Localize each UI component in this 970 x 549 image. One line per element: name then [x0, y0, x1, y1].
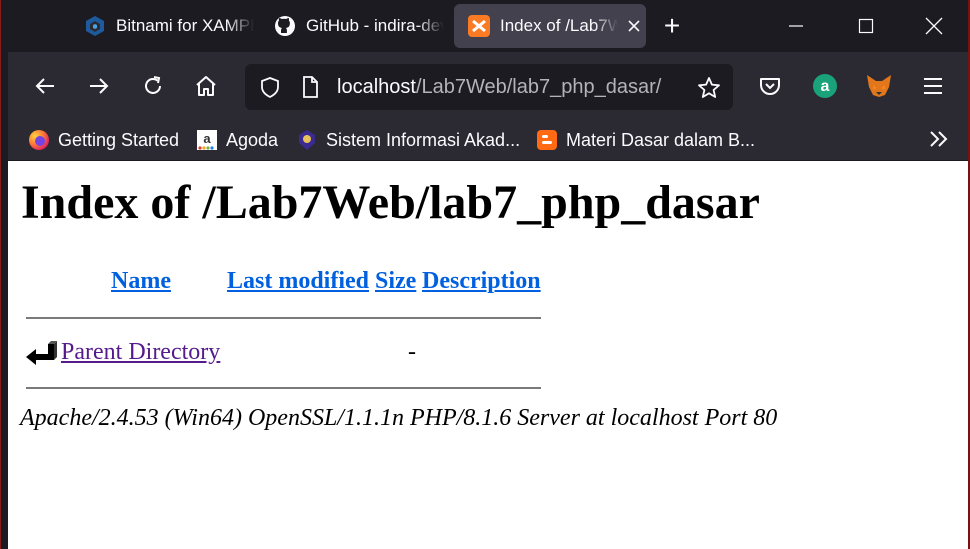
back-arrow-icon: [24, 335, 58, 374]
url-text[interactable]: localhost/Lab7Web/lab7_php_dasar/: [337, 76, 661, 99]
url-host: localhost: [337, 76, 416, 98]
svg-text:a: a: [203, 131, 211, 146]
firefox-icon: [28, 129, 50, 151]
bookmark-agoda[interactable]: a Agoda: [196, 127, 278, 153]
navigation-toolbar: localhost/Lab7Web/lab7_php_dasar/ a: [8, 52, 968, 118]
bookmark-label: Sistem Informasi Akad...: [326, 129, 521, 150]
home-button[interactable]: [189, 69, 223, 103]
github-icon: [274, 15, 296, 37]
tab-title: Bitnami for XAMPP: [116, 16, 254, 35]
tab-close-icon[interactable]: [624, 16, 644, 36]
bookmark-label: Agoda: [226, 129, 279, 150]
pocket-icon: [760, 78, 780, 95]
bookmark-sistem-informasi[interactable]: Sistem Informasi Akad...: [296, 127, 520, 153]
table-divider-bottom: [26, 387, 541, 389]
reload-icon: [145, 76, 161, 94]
url-path: /Lab7Web/lab7_php_dasar/: [415, 76, 662, 98]
new-tab-button[interactable]: +: [658, 10, 686, 41]
app-menu-button[interactable]: [916, 69, 950, 103]
close-icon: [925, 17, 943, 35]
extension-a-icon: a: [813, 74, 837, 98]
address-bar[interactable]: localhost/Lab7Web/lab7_php_dasar/: [245, 64, 733, 110]
column-header-name[interactable]: Name: [111, 268, 171, 295]
bookmark-label: Getting Started: [58, 129, 180, 150]
metamask-fox-icon: [867, 75, 891, 97]
minimize-button[interactable]: [776, 10, 816, 42]
tab-strip: Bitnami for XAMPP GitHub - indira-devi I…: [8, 0, 968, 52]
svg-text:a: a: [821, 78, 830, 95]
parent-directory-link[interactable]: Parent Directory: [61, 339, 220, 366]
forward-button[interactable]: [82, 69, 116, 103]
agoda-icon: a: [196, 129, 218, 151]
server-signature: Apache/2.4.53 (Win64) OpenSSL/1.1.1n PHP…: [20, 405, 778, 431]
tab-index-of[interactable]: Index of /Lab7Web: [454, 4, 646, 48]
size-cell: -: [408, 339, 416, 365]
reload-button[interactable]: [136, 69, 170, 103]
pocket-button[interactable]: [753, 69, 787, 103]
page-content: Index of /Lab7Web/lab7_php_dasar Name La…: [8, 161, 968, 549]
column-header-description[interactable]: Description: [422, 268, 541, 295]
minimize-icon: [789, 25, 803, 27]
back-arrow-icon: [35, 78, 54, 94]
column-header-size[interactable]: Size: [375, 268, 416, 295]
tab-title: Index of /Lab7Web: [500, 16, 618, 35]
bookmarks-overflow-button[interactable]: [926, 126, 952, 152]
table-divider-top: [26, 317, 541, 319]
bookmark-star-icon[interactable]: [697, 76, 721, 105]
tab-github[interactable]: GitHub - indira-devi: [274, 4, 444, 48]
tracking-shield-icon[interactable]: [259, 76, 281, 103]
tab-title: GitHub - indira-devi: [306, 16, 444, 35]
bitnami-icon: [84, 15, 106, 37]
home-icon: [196, 76, 216, 96]
chevron-double-right-icon: [930, 131, 948, 147]
bookmark-materi-dasar[interactable]: Materi Dasar dalam B...: [536, 127, 755, 153]
close-window-button[interactable]: [914, 10, 954, 42]
blogger-icon: [536, 129, 558, 151]
page-title: Index of /Lab7Web/lab7_php_dasar: [21, 176, 760, 229]
tab-bitnami[interactable]: Bitnami for XAMPP: [84, 4, 254, 48]
bookmark-getting-started[interactable]: Getting Started: [28, 127, 179, 153]
forward-arrow-icon: [90, 78, 109, 94]
hamburger-menu-icon: [924, 78, 942, 94]
window-border-left: [0, 0, 8, 549]
maximize-icon: [858, 18, 874, 34]
xampp-icon: [468, 15, 490, 37]
university-icon: [296, 129, 318, 151]
extension-a-button[interactable]: a: [808, 69, 842, 103]
column-header-last-modified[interactable]: Last modified: [227, 268, 369, 295]
page-info-icon[interactable]: [299, 75, 321, 104]
metamask-button[interactable]: [862, 69, 896, 103]
bookmarks-toolbar: Getting Started a Agoda Sistem Informasi…: [8, 118, 968, 160]
bookmark-label: Materi Dasar dalam B...: [566, 129, 756, 150]
maximize-button[interactable]: [846, 10, 886, 42]
back-button[interactable]: [28, 69, 62, 103]
